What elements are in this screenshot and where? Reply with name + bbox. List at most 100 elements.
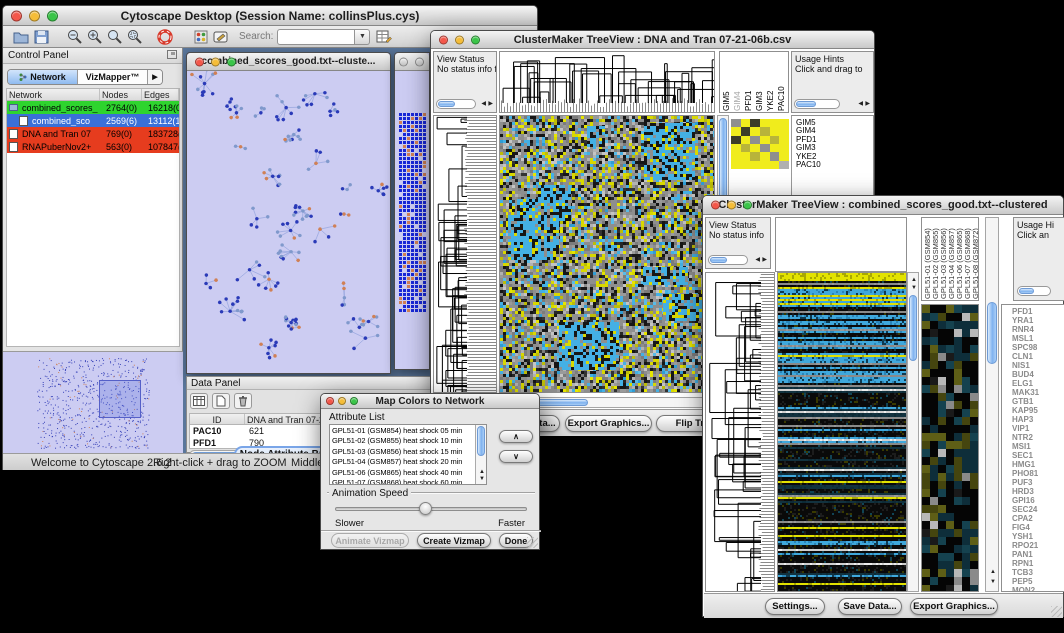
column-label[interactable]: GIM4 <box>733 53 744 111</box>
matrix-cell[interactable] <box>731 127 741 135</box>
minimize-icon[interactable] <box>727 201 736 210</box>
zoom-window-icon[interactable] <box>743 201 752 210</box>
zoom-out-icon[interactable] <box>65 28 85 46</box>
annotation-icon[interactable] <box>211 28 231 46</box>
matrix-cell[interactable] <box>779 161 789 169</box>
column-label[interactable]: GPL51-03 (GSM856) <box>939 219 947 299</box>
settings-button[interactable]: Settings... <box>765 598 825 615</box>
column-label[interactable]: GPL51-01 (GSM854) <box>923 219 931 299</box>
attribute-list-item[interactable]: GPL51-01 (GSM854) heat shock 05 min <box>332 426 486 436</box>
gene-label[interactable]: RPO21 <box>1012 541 1064 550</box>
matrix-cell[interactable] <box>750 127 760 135</box>
list-scrollbar[interactable]: ▲ ▼ <box>475 425 486 484</box>
matrix-cell[interactable] <box>770 152 780 160</box>
treeview1-title-bar[interactable]: ClusterMaker TreeView : DNA and Tran 07-… <box>431 31 874 49</box>
zoom-selected-icon[interactable] <box>125 28 145 46</box>
attribute-list-item[interactable]: GPL51-07 (GSM868) heat shock 60 min <box>332 478 486 485</box>
column-label[interactable]: GPL51-06 (GSM865) <box>955 219 963 299</box>
gene-label[interactable]: PEP5 <box>1012 577 1064 586</box>
attribute-list-item[interactable]: GPL51-02 (GSM855) heat shock 10 min <box>332 436 486 446</box>
matrix-cell[interactable] <box>741 144 751 152</box>
matrix-cell[interactable] <box>770 144 780 152</box>
dialog-title-bar[interactable]: Map Colors to Network <box>321 394 539 409</box>
tab-overflow-arrow[interactable]: ▶ <box>148 70 162 84</box>
gene-label[interactable]: NTR2 <box>1012 433 1064 442</box>
matrix-cell[interactable] <box>731 152 741 160</box>
dialog-window-controls[interactable] <box>326 397 358 405</box>
gene-label[interactable]: HMG1 <box>1012 460 1064 469</box>
zoom-window-icon[interactable] <box>350 397 358 405</box>
scroll-up-icon[interactable]: ▲ <box>479 469 485 475</box>
matrix-cell[interactable] <box>779 152 789 160</box>
matrix-cell[interactable] <box>750 144 760 152</box>
attribute-list-item[interactable]: GPL51-03 (GSM856) heat shock 15 min <box>332 447 486 457</box>
zoom-fit-icon[interactable] <box>105 28 125 46</box>
scroll-down-icon[interactable]: ▼ <box>990 579 996 585</box>
close-icon[interactable] <box>195 57 204 66</box>
matrix-cell[interactable] <box>750 161 760 169</box>
delete-attribute-icon[interactable] <box>234 393 252 409</box>
minimize-icon[interactable] <box>211 57 220 66</box>
column-label[interactable]: YKE2 <box>766 53 777 111</box>
tv2-gene-vscrollbar[interactable]: ▲ ▼ <box>985 217 999 592</box>
network-view-2-title-bar[interactable] <box>395 53 429 71</box>
gene-label[interactable]: NIS1 <box>1012 361 1064 370</box>
float-panel-icon[interactable] <box>167 50 177 62</box>
scroll-right-icon[interactable]: ▶ <box>488 101 493 107</box>
matrix-cell[interactable] <box>760 144 770 152</box>
matrix-cell[interactable] <box>760 127 770 135</box>
scroll-right-icon[interactable]: ▶ <box>865 101 870 107</box>
gene-label[interactable]: PUF3 <box>1012 478 1064 487</box>
gene-label[interactable]: YSH1 <box>1012 532 1064 541</box>
scroll-left-icon[interactable]: ◀ <box>481 101 486 107</box>
matrix-cell[interactable] <box>770 136 780 144</box>
gene-label[interactable]: ELG1 <box>1012 379 1064 388</box>
open-icon[interactable] <box>11 28 31 46</box>
tv2-heatmap[interactable] <box>777 272 907 592</box>
scrollbar-thumb[interactable] <box>909 295 917 361</box>
zoom-heatmap-canvas[interactable] <box>922 305 978 591</box>
tv2-zoom-heatmap[interactable] <box>921 304 979 592</box>
column-label[interactable]: PFD1 <box>744 53 755 111</box>
heatmap-canvas[interactable] <box>778 273 906 591</box>
minimize-icon[interactable] <box>338 397 346 405</box>
create-vizmap-button[interactable]: Create Vizmap <box>417 533 491 548</box>
matrix-cell[interactable] <box>760 152 770 160</box>
zoom-window-icon[interactable] <box>227 57 236 66</box>
column-label[interactable]: GPL51-08 (GSM872) <box>971 219 979 299</box>
gene-label[interactable]: KAP95 <box>1012 406 1064 415</box>
attribute-list-item[interactable]: GPL51-04 (GSM857) heat shock 20 min <box>332 457 486 467</box>
gene-label[interactable]: CPA2 <box>1012 514 1064 523</box>
column-label[interactable]: GIM3 <box>755 53 766 111</box>
column-label[interactable]: GPL51-02 (GSM855) <box>931 219 939 299</box>
network-window-controls[interactable] <box>195 57 236 66</box>
column-label[interactable]: GPL51-07 (GSM868) <box>963 219 971 299</box>
network-tree-row[interactable]: combined_sco 2569(6) 13112(15) <box>7 114 179 127</box>
help-icon[interactable] <box>155 28 175 46</box>
main-title-bar[interactable]: Cytoscape Desktop (Session Name: collins… <box>3 6 537 26</box>
gene-label[interactable]: MSI1 <box>1012 442 1064 451</box>
matrix-cell[interactable] <box>779 127 789 135</box>
gene-label[interactable]: MSL1 <box>1012 334 1064 343</box>
matrix-cell[interactable] <box>750 152 760 160</box>
gene-label[interactable]: GPI16 <box>1012 496 1064 505</box>
gene-label[interactable]: PHO81 <box>1012 469 1064 478</box>
table-mode-icon[interactable] <box>190 393 208 409</box>
matrix-cell[interactable] <box>731 119 741 127</box>
search-input[interactable]: ▼ <box>277 29 370 45</box>
move-down-button[interactable]: ∨ <box>499 450 533 463</box>
matrix-cell[interactable] <box>731 161 741 169</box>
gene-label[interactable]: GTB1 <box>1012 397 1064 406</box>
matrix-cell[interactable] <box>750 136 760 144</box>
gene-label[interactable]: SEC24 <box>1012 505 1064 514</box>
scrollbar-thumb[interactable] <box>477 426 485 456</box>
gene-label[interactable]: BUD4 <box>1012 370 1064 379</box>
hints-scrollbar[interactable] <box>794 99 840 109</box>
matrix-cell[interactable] <box>760 119 770 127</box>
gene-label[interactable]: TCB3 <box>1012 568 1064 577</box>
scroll-down-icon[interactable]: ▼ <box>479 476 485 482</box>
zoom-window-icon[interactable] <box>471 35 480 44</box>
window-controls[interactable] <box>11 10 58 21</box>
matrix-cell[interactable] <box>741 127 751 135</box>
attribute-browser-icon[interactable] <box>374 28 394 46</box>
